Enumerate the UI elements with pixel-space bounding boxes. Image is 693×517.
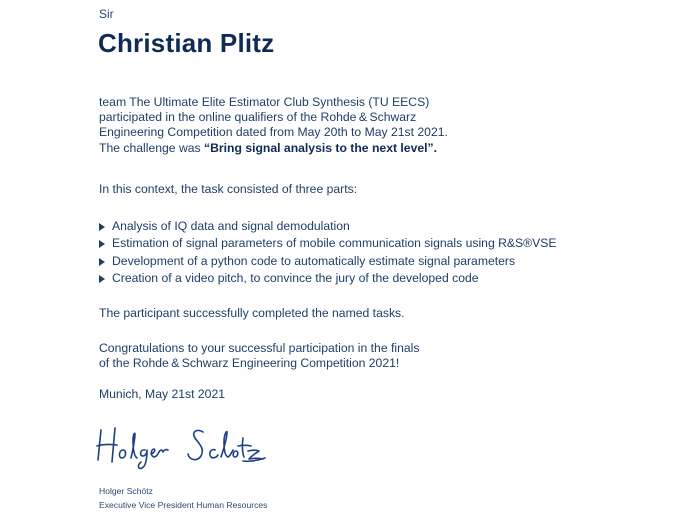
triangle-bullet-icon: [99, 222, 105, 231]
intro-line: team The Ultimate Elite Estimator Club S…: [99, 95, 430, 109]
task-list: Analysis of IQ data and signal demodulat…: [99, 218, 557, 288]
signatory-title: Executive Vice President Human Resources: [99, 500, 268, 510]
list-item: Development of a python code to automati…: [99, 253, 557, 270]
task-text: Creation of a video pitch, to convince t…: [112, 271, 479, 286]
triangle-bullet-icon: [99, 274, 105, 283]
congratulations-paragraph: Congratulations to your successful parti…: [99, 341, 419, 371]
congrats-line: of the Rohde & Schwarz Engineering Compe…: [99, 356, 400, 371]
challenge-line: The challenge was “Bring signal analysis…: [99, 141, 448, 156]
signatory-name: Holger Schötz: [99, 486, 153, 496]
context-paragraph: In this context, the task consisted of t…: [99, 182, 358, 196]
list-item: Creation of a video pitch, to convince t…: [99, 270, 557, 287]
salutation: Sir: [99, 7, 114, 21]
challenge-title: “Bring signal analysis to the next level…: [204, 140, 438, 155]
congrats-line: Congratulations to your successful parti…: [99, 341, 420, 355]
task-text: Development of a python code to automati…: [112, 253, 516, 268]
intro-line: participated in the online qualifiers of…: [99, 110, 417, 125]
handwritten-signature: [96, 427, 266, 470]
recipient-name: Christian Plitz: [98, 28, 275, 58]
list-item: Analysis of IQ data and signal demodulat…: [99, 218, 557, 235]
intro-line: Engineering Competition dated from May 2…: [99, 125, 448, 140]
task-text: Analysis of IQ data and signal demodulat…: [112, 219, 350, 233]
place-date: Munich, May 21st 2021: [99, 387, 226, 401]
challenge-prefix: The challenge was: [99, 140, 205, 155]
list-item: Estimation of signal parameters of mobil…: [99, 235, 557, 252]
triangle-bullet-icon: [99, 240, 105, 249]
task-text: Estimation of signal parameters of mobil…: [112, 236, 557, 251]
completion-paragraph: The participant successfully completed t…: [99, 306, 405, 320]
intro-paragraph: team The Ultimate Elite Estimator Club S…: [99, 95, 448, 156]
triangle-bullet-icon: [99, 257, 105, 266]
